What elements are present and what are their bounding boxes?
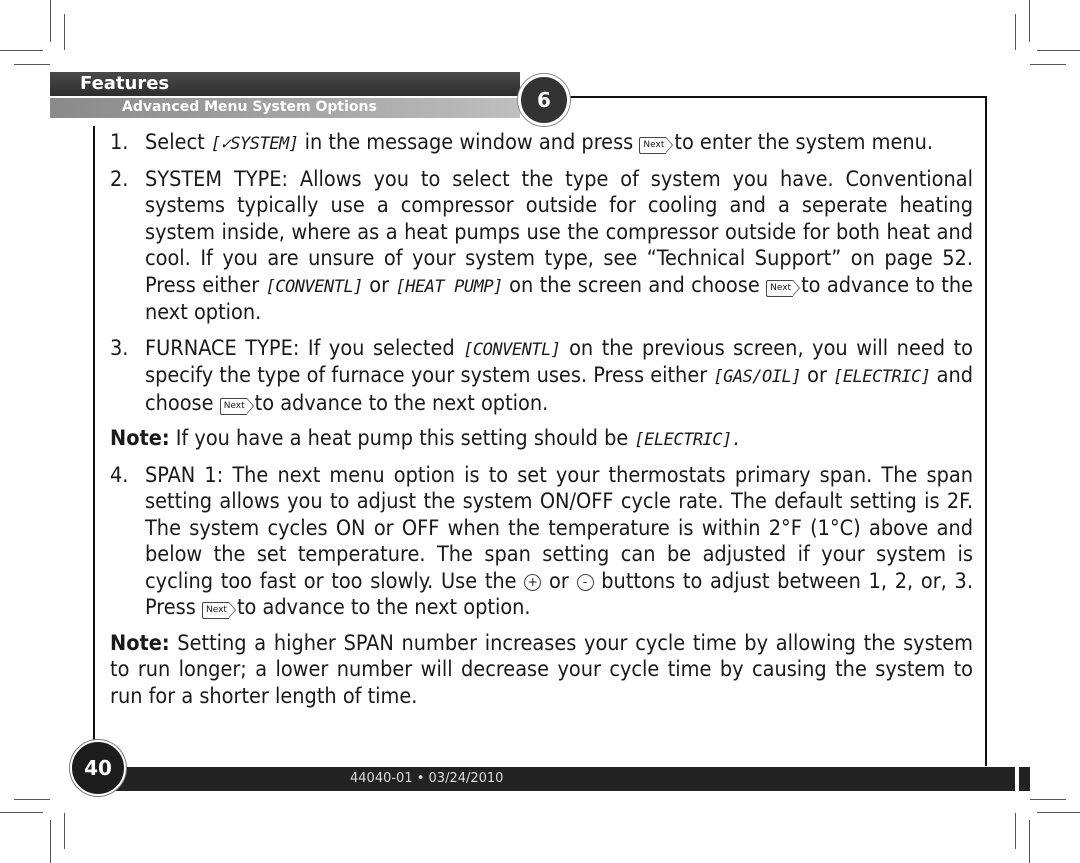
plus-key-icon: +: [524, 573, 542, 591]
text-run: to enter the system menu.: [674, 130, 934, 155]
item-number: 4.: [110, 462, 129, 488]
crop-mark: [64, 813, 65, 849]
note-label: Note:: [110, 630, 170, 656]
crop-mark: [14, 799, 50, 800]
item-number: 3.: [110, 335, 129, 361]
note: Note: If you have a heat pump this setti…: [110, 426, 973, 454]
note-label: Note:: [110, 426, 170, 451]
list-item: 1. Select [✓SYSTEM] in the message windo…: [110, 130, 973, 158]
text-run: Select: [145, 130, 211, 155]
frame-line: [985, 96, 987, 766]
text-run: FURNACE TYPE: If you selected: [145, 335, 464, 361]
lcd-display-text: [ELECTRIC]: [833, 367, 931, 387]
frame-line: [566, 96, 987, 98]
footer-tab: [1019, 767, 1030, 791]
note-text: Setting a higher SPAN number increases y…: [110, 631, 973, 709]
list-item: 2. SYSTEM TYPE: Allows you to select the…: [110, 167, 973, 327]
lcd-display-text: [CONVENTL]: [463, 339, 561, 360]
note-text: If you have a heat pump this setting sho…: [170, 426, 742, 451]
frame-line: [93, 126, 95, 746]
crop-mark: [1030, 799, 1066, 800]
crop-mark: [0, 50, 43, 51]
text-run: or: [541, 568, 577, 594]
crop-mark: [64, 14, 65, 50]
crop-mark: [1029, 0, 1030, 42]
next-key-icon: Next: [639, 137, 674, 154]
footer-bar: 44040-01 • 03/24/2010: [100, 767, 1015, 791]
next-key-icon: Next: [201, 602, 236, 619]
lcd-display-text: [GAS/OIL]: [713, 367, 801, 387]
section-header: Features: [50, 72, 520, 96]
list-item: 3. FURNACE TYPE: If you selected [CONVEN…: [110, 336, 973, 418]
crop-mark: [1030, 64, 1066, 65]
text-run: to advance to the next option.: [254, 390, 549, 416]
text-run: If you have a heat pump this setting sho…: [169, 426, 635, 451]
minus-key-icon: -: [576, 573, 594, 591]
note: Note: Setting a higher SPAN number incre…: [110, 631, 973, 711]
crop-mark: [1015, 813, 1016, 849]
crop-mark: [1037, 812, 1080, 813]
text-run: to advance to the next option.: [236, 595, 531, 620]
subsection-title: Advanced Menu System Options: [122, 99, 377, 115]
item-number: 2.: [110, 166, 129, 192]
item-number: 1.: [110, 130, 129, 155]
crop-mark: [1029, 820, 1030, 863]
text-run: in the message window and press: [298, 130, 640, 155]
item-text: SYSTEM TYPE: Allows you to select the ty…: [145, 167, 973, 327]
lcd-display-text: [✓SYSTEM]: [210, 134, 299, 154]
crop-mark: [14, 64, 50, 65]
text-run: on the screen and choose: [502, 272, 767, 298]
crop-mark: [1015, 14, 1016, 50]
item-text: Select [✓SYSTEM] in the message window a…: [145, 130, 973, 158]
text-run: or: [800, 363, 834, 388]
item-text: FURNACE TYPE: If you selected [CONVENTL]…: [145, 336, 973, 418]
page-number-badge: 40: [70, 740, 126, 796]
crop-mark: [50, 0, 51, 42]
item-text: SPAN 1: The next menu option is to set y…: [145, 463, 973, 622]
list-item: 4. SPAN 1: The next menu option is to se…: [110, 463, 973, 622]
crop-mark: [1037, 50, 1080, 51]
lcd-display-text: [HEAT PUMP]: [395, 276, 503, 297]
crop-mark: [50, 820, 51, 863]
crop-mark: [0, 812, 43, 813]
page-content: 1. Select [✓SYSTEM] in the message windo…: [110, 130, 973, 719]
text-run: or: [362, 272, 396, 298]
next-key-icon: Next: [219, 397, 254, 415]
doc-code: 44040-01 • 03/24/2010: [350, 771, 504, 786]
subsection-header: Advanced Menu System Options: [50, 98, 520, 118]
chapter-number-badge: 6: [518, 74, 570, 126]
lcd-display-text: [ELECTRIC].: [634, 430, 742, 450]
next-key-icon: Next: [766, 279, 801, 297]
lcd-display-text: [CONVENTL]: [265, 276, 364, 297]
text-run: Setting a higher SPAN number increases y…: [110, 630, 973, 709]
section-title: Features: [80, 73, 170, 94]
